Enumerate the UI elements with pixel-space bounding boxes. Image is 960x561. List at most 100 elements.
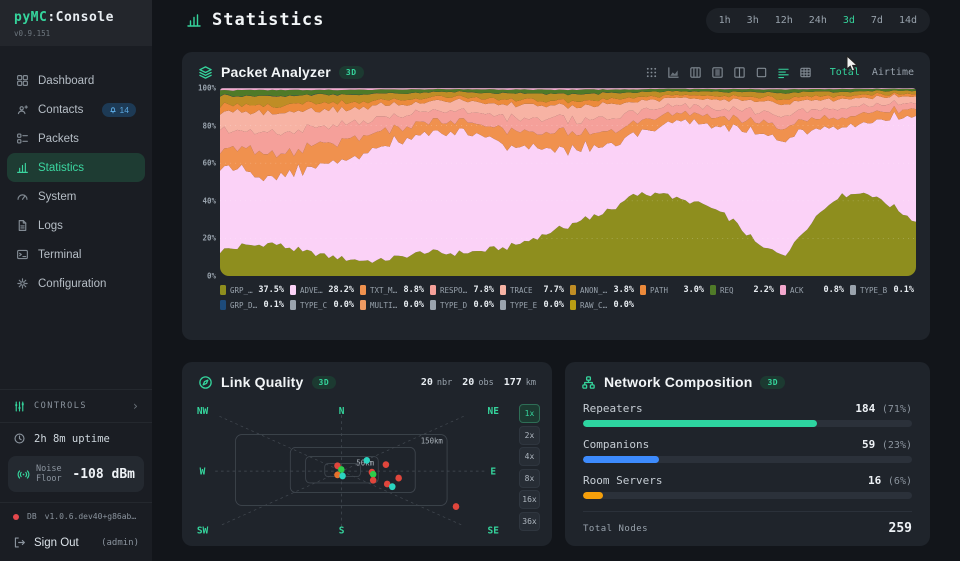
svg-text:S: S — [339, 525, 345, 536]
sidebar-item-label: Statistics — [38, 162, 84, 174]
legend-name: PATH — [650, 286, 668, 295]
range-24h[interactable]: 24h — [801, 11, 835, 30]
network-composition-3d-badge[interactable]: 3D — [760, 376, 785, 389]
legend-item-GRP_DATA[interactable]: GRP_DATA0.1% — [220, 300, 284, 310]
columns-split-icon[interactable] — [733, 66, 746, 79]
row-label: Repeaters — [583, 402, 643, 415]
legend-swatch — [570, 285, 576, 295]
legend-swatch — [710, 285, 716, 295]
zoom-2x-button[interactable]: 2x — [519, 426, 540, 445]
legend-name: RESPONSE — [440, 286, 470, 295]
range-3h[interactable]: 3h — [739, 11, 767, 30]
sidebar-item-label: Logs — [38, 220, 63, 232]
sidebar-controls[interactable]: CONTROLS › — [0, 389, 152, 422]
sidebar-item-terminal[interactable]: Terminal — [7, 240, 145, 269]
range-7d[interactable]: 7d — [863, 11, 891, 30]
legend-item-ADVERT[interactable]: ADVERT28.2% — [290, 285, 354, 295]
legend-item-RESPONSE[interactable]: RESPONSE7.8% — [430, 285, 494, 295]
packet-legend: GRP_TXT37.5% ADVERT28.2% TXT_MSG8.8% RESPON… — [182, 276, 930, 320]
legend-item-TYPE_E[interactable]: TYPE_E0.0% — [500, 300, 564, 310]
y-tick: 80% — [202, 121, 216, 130]
compass-svg: 150km50kmNWNNEWESWSSE — [192, 402, 508, 538]
compass-icon — [198, 375, 213, 390]
sidebar-item-system[interactable]: System — [7, 182, 145, 211]
legend-item-RAW_CU...[interactable]: RAW_CU...0.0% — [570, 300, 634, 310]
row-value: 184 (71%) — [855, 402, 912, 415]
legend-swatch — [360, 285, 366, 295]
range-3d[interactable]: 3d — [835, 11, 863, 30]
legend-item-REQ[interactable]: REQ2.2% — [710, 285, 774, 295]
packet-area-svg — [220, 88, 916, 276]
sidebar-item-configuration[interactable]: Configuration — [7, 269, 145, 298]
stacked-area-chart[interactable] — [220, 88, 916, 276]
sidebar-item-statistics[interactable]: Statistics — [7, 153, 145, 182]
range-14d[interactable]: 14d — [891, 11, 925, 30]
zoom-16x-button[interactable]: 16x — [519, 490, 540, 509]
legend-swatch — [290, 285, 296, 295]
progress-fill — [583, 456, 659, 463]
compass-chart[interactable]: 150km50kmNWNNEWESWSSE — [192, 402, 508, 538]
dots-grid-icon[interactable] — [645, 66, 658, 79]
legend-item-TRACE[interactable]: TRACE7.7% — [500, 285, 564, 295]
zoom-36x-button[interactable]: 36x — [519, 512, 540, 531]
bell-icon — [109, 106, 117, 114]
legend-item-ACK[interactable]: ACK0.8% — [780, 285, 844, 295]
sidebar-item-label: Terminal — [38, 249, 81, 261]
table-icon[interactable] — [799, 66, 812, 79]
zoom-8x-button[interactable]: 8x — [519, 469, 540, 488]
legend-item-MULTIPA...[interactable]: MULTIPA...0.0% — [360, 300, 424, 310]
columns-filled-icon[interactable] — [711, 66, 724, 79]
svg-text:SE: SE — [488, 525, 500, 536]
packet-analyzer-3d-badge[interactable]: 3D — [339, 66, 364, 79]
sidebar-item-label: Dashboard — [38, 75, 94, 87]
legend-name: TYPE_B — [860, 286, 887, 295]
legend-swatch — [430, 300, 436, 310]
legend-swatch — [290, 300, 296, 310]
legend-pct: 3.8% — [614, 285, 634, 295]
legend-name: TYPE_D — [440, 301, 467, 310]
sidebar-item-dashboard[interactable]: Dashboard — [7, 66, 145, 95]
network-composition-title: Network Composition — [604, 374, 752, 390]
contacts-count-badge: 14 — [102, 103, 136, 117]
zoom-4x-button[interactable]: 4x — [519, 447, 540, 466]
legend-item-TYPE_D[interactable]: TYPE_D 0.0% — [430, 300, 494, 310]
zoom-1x-button[interactable]: 1x — [519, 404, 540, 423]
rect-icon[interactable] — [755, 66, 768, 79]
columns-striped-icon[interactable] — [689, 66, 702, 79]
logout-icon — [13, 536, 26, 549]
zoom-level-buttons: 1x 2x 4x 8x 16x 36x — [519, 404, 540, 531]
legend-pct: 0.1% — [894, 285, 914, 295]
sidebar-item-contacts[interactable]: Contacts14 — [7, 95, 145, 124]
legend-pct: 0.0% — [474, 300, 494, 310]
legend-item-GRP_TXT[interactable]: GRP_TXT37.5% — [220, 285, 284, 295]
view-airtime[interactable]: Airtime — [872, 67, 914, 78]
legend-pct: 0.0% — [334, 300, 354, 310]
legend-pct: 0.0% — [404, 300, 424, 310]
legend-item-TXT_MSG[interactable]: TXT_MSG8.8% — [360, 285, 424, 295]
svg-text:W: W — [200, 466, 206, 477]
link-quality-card: Link Quality 3D 20nbr20obs177km 150km50k… — [182, 362, 552, 546]
network-rows: Repeaters184 (71%)Companions59 (23%)Room… — [565, 396, 930, 510]
legend-item-TYPE_C[interactable]: TYPE_C 0.0% — [290, 300, 354, 310]
signal-icon — [17, 468, 30, 481]
area-chart-icon[interactable] — [667, 66, 680, 79]
legend-item-ANON_R...[interactable]: ANON_R...3.8% — [570, 285, 634, 295]
sidebar-item-packets[interactable]: Packets — [7, 124, 145, 153]
range-12h[interactable]: 12h — [767, 11, 801, 30]
sidebar-item-logs[interactable]: Logs — [7, 211, 145, 240]
view-total[interactable]: Total — [830, 67, 860, 78]
noise-floor-label: Noise Floor — [36, 464, 66, 484]
legend-item-PATH[interactable]: PATH3.0% — [640, 285, 704, 295]
link-quality-3d-badge[interactable]: 3D — [312, 376, 337, 389]
svg-text:NW: NW — [197, 406, 209, 417]
legend-item-TYPE_B[interactable]: TYPE_B 0.1% — [850, 285, 914, 295]
range-1h[interactable]: 1h — [711, 11, 739, 30]
sign-out-button[interactable]: Sign Out (admin) — [0, 530, 152, 561]
legend-name: GRP_TXT — [230, 286, 254, 295]
stream-lines-icon[interactable] — [777, 66, 790, 79]
y-tick: 0% — [207, 272, 216, 281]
legend-swatch — [220, 285, 226, 295]
packet-analyzer-title: Packet Analyzer — [221, 64, 331, 80]
y-axis: 100%80%60%40%20%0% — [190, 88, 220, 276]
legend-name: TYPE_C — [300, 301, 327, 310]
